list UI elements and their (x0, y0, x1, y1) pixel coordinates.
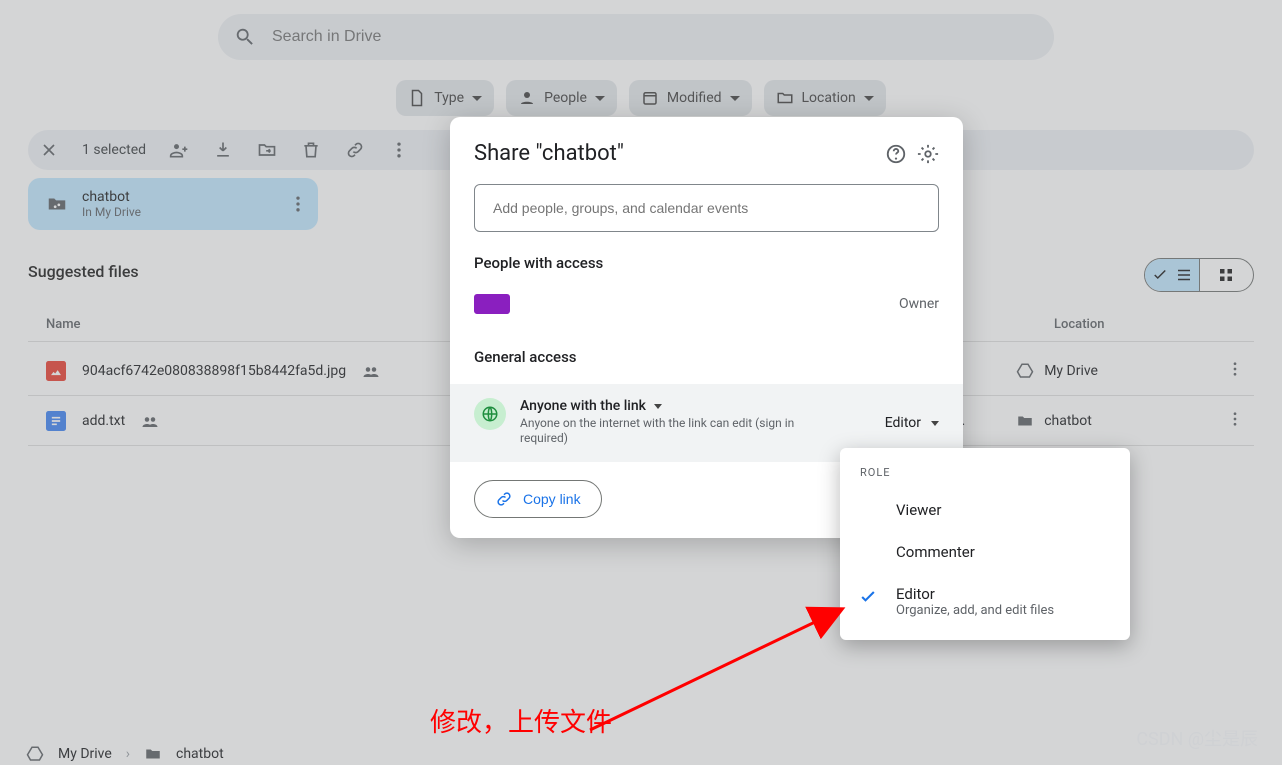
avatar-redacted (474, 294, 510, 314)
annotation-text: 修改，上传文件 (430, 702, 612, 739)
chevron-down-icon (931, 421, 939, 426)
role-option-viewer[interactable]: Viewer (840, 489, 1130, 531)
watermark: CSDN @尘是辰 (1136, 725, 1258, 751)
access-scope-description: Anyone on the internet with the link can… (520, 416, 820, 446)
role-menu-label: ROLE (840, 462, 1130, 489)
copy-link-button[interactable]: Copy link (474, 480, 602, 518)
role-menu: ROLE Viewer Commenter Editor Organize, a… (840, 448, 1130, 640)
globe-icon (474, 398, 506, 430)
access-scope-dropdown[interactable]: Anyone with the link (520, 398, 939, 414)
access-person-row: Owner (474, 286, 939, 322)
chevron-down-icon (654, 404, 662, 409)
people-with-access-heading: People with access (474, 254, 939, 272)
role-dropdown[interactable]: Editor (885, 415, 939, 431)
help-icon[interactable] (885, 143, 907, 165)
add-people-input[interactable] (491, 199, 922, 217)
role-option-commenter[interactable]: Commenter (840, 531, 1130, 573)
gear-icon[interactable] (917, 143, 939, 165)
general-access-heading: General access (474, 348, 939, 366)
share-dialog-title: Share "chatbot" (474, 141, 875, 166)
check-icon (858, 587, 878, 607)
link-icon (495, 490, 513, 508)
role-option-editor[interactable]: Editor Organize, add, and edit files (840, 573, 1130, 630)
add-people-field[interactable] (474, 184, 939, 232)
owner-label: Owner (899, 296, 939, 312)
